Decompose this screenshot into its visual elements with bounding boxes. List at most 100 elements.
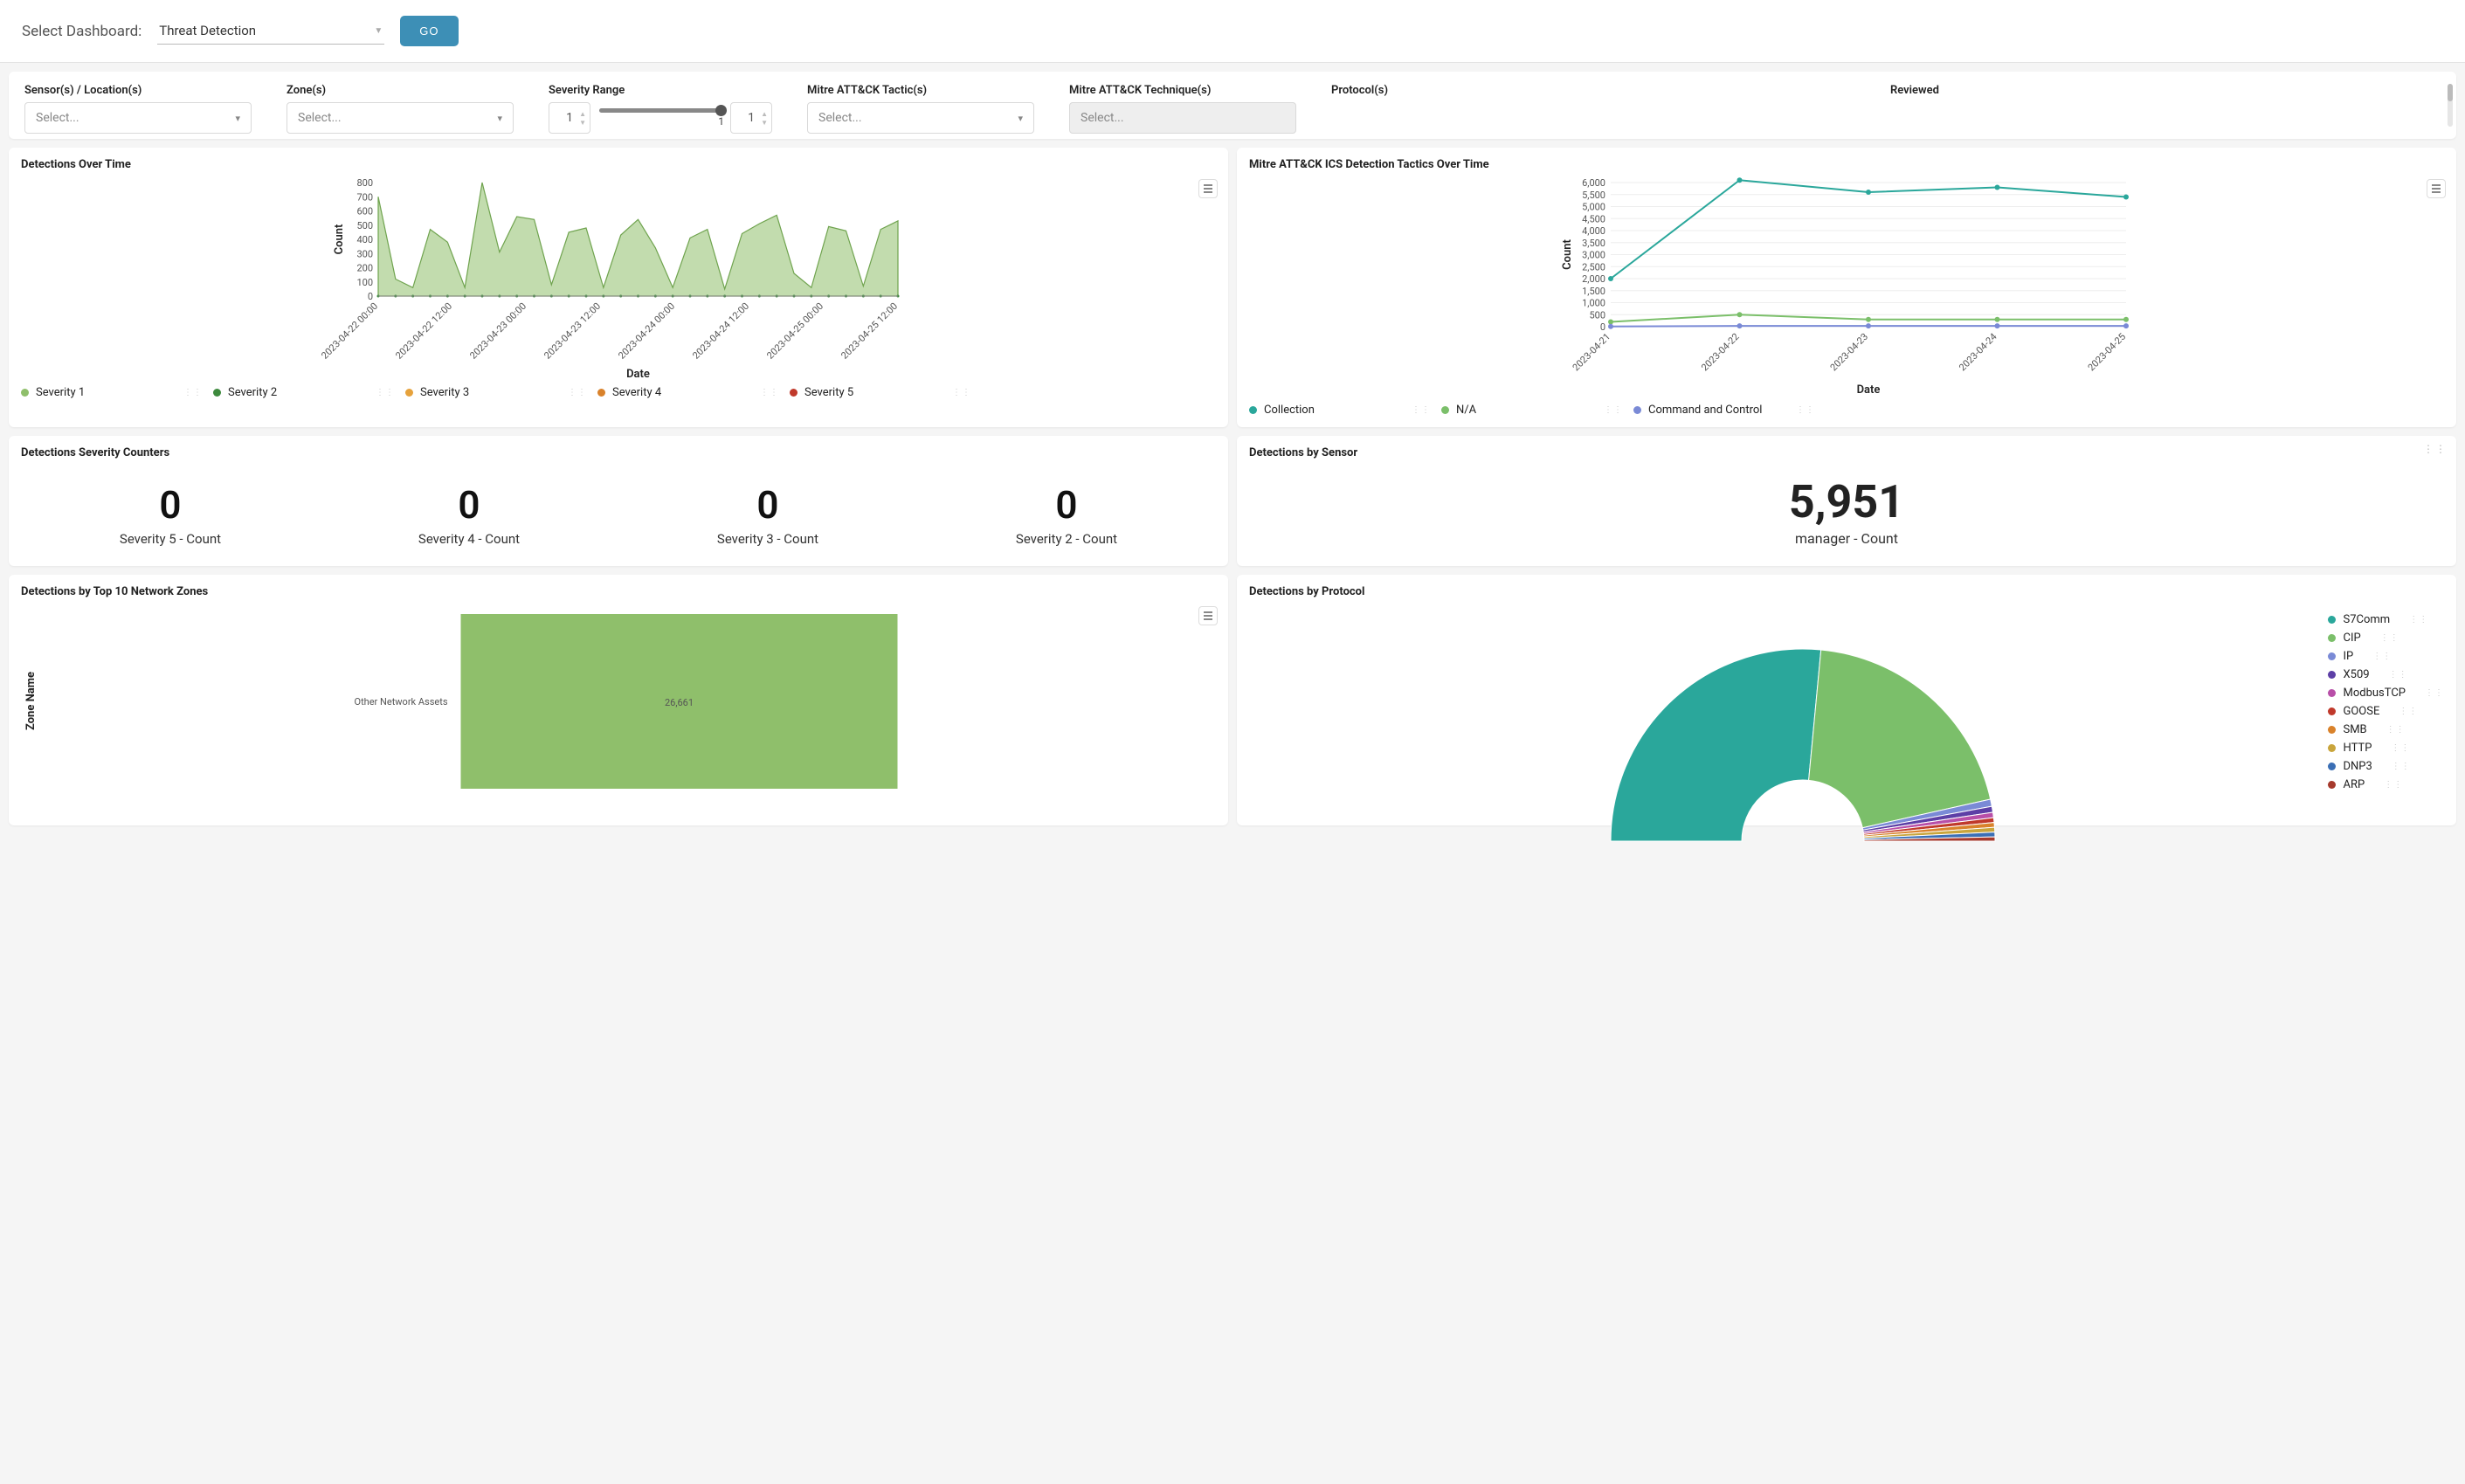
sensor-placeholder: Select...: [36, 111, 79, 125]
drag-handle-icon[interactable]: ⋮⋮: [1604, 405, 1623, 415]
zones-y-label: Zone Name: [21, 672, 38, 730]
filter-protocol: Protocol(s): [1331, 84, 1855, 134]
protocol-legend-item[interactable]: CIP⋮⋮: [2328, 632, 2444, 645]
svg-text:4,000: 4,000: [1582, 225, 1605, 237]
drag-handle-icon[interactable]: ⋮⋮: [2391, 743, 2410, 753]
filter-technique: Mitre ATT&CK Technique(s) Select...: [1069, 84, 1296, 134]
drag-handle-icon[interactable]: ⋮⋮: [2389, 670, 2408, 680]
svg-text:6,000: 6,000: [1582, 177, 1605, 189]
drag-handle-icon[interactable]: ⋮⋮: [2392, 762, 2411, 771]
svg-text:Date: Date: [1857, 383, 1881, 397]
protocol-legend-item[interactable]: ModbusTCP⋮⋮: [2328, 687, 2444, 700]
counter-label: Severity 3 - Count: [717, 531, 818, 547]
slider-thumb[interactable]: [715, 105, 727, 116]
svg-text:400: 400: [356, 234, 373, 245]
legend-item[interactable]: Collection⋮⋮: [1249, 404, 1441, 417]
legend-item[interactable]: Severity 1⋮⋮: [21, 386, 213, 399]
drag-handle-icon[interactable]: ⋮⋮: [2372, 652, 2392, 661]
panel-title: Detections by Protocol: [1249, 585, 2444, 598]
panel-detections-by-sensor: ⋮⋮ Detections by Sensor 5,951 manager - …: [1237, 436, 2456, 566]
legend-dot-icon: [1633, 406, 1641, 414]
protocol-legend-item[interactable]: DNP3⋮⋮: [2328, 760, 2444, 773]
dashboard-select-value: Threat Detection: [159, 23, 256, 38]
protocol-legend-item[interactable]: HTTP⋮⋮: [2328, 742, 2444, 755]
chevron-down-icon: ▾: [1018, 113, 1023, 124]
drag-handle-icon[interactable]: ⋮⋮: [2409, 615, 2428, 625]
legend-item[interactable]: Severity 5⋮⋮: [790, 386, 982, 399]
panel-detections-by-protocol: Detections by Protocol S7Comm⋮⋮ CIP⋮⋮ IP⋮⋮…: [1237, 575, 2456, 825]
svg-text:Count: Count: [333, 224, 346, 254]
drag-handle-icon[interactable]: ⋮⋮: [2384, 780, 2403, 790]
severity-counter: 0Severity 3 - Count: [717, 482, 818, 547]
svg-text:2023-04-23: 2023-04-23: [1828, 331, 1870, 373]
svg-text:Other Network Assets: Other Network Assets: [355, 696, 448, 707]
go-button[interactable]: GO: [400, 16, 458, 46]
counters-row: 0Severity 5 - Count0Severity 4 - Count0S…: [21, 466, 1216, 554]
filter-tactic-label: Mitre ATT&CK Tactic(s): [807, 84, 1034, 97]
svg-text:800: 800: [356, 177, 373, 189]
svg-text:500: 500: [1589, 309, 1605, 321]
caret-down-icon: ▼: [374, 26, 383, 36]
legend-toggle-button[interactable]: [1198, 179, 1218, 198]
legend-dot-icon: [2328, 781, 2336, 789]
drag-handle-icon[interactable]: ⋮⋮: [376, 388, 395, 397]
sensor-select[interactable]: Select... ▾: [24, 102, 252, 134]
drag-handle-icon[interactable]: ⋮⋮: [2380, 633, 2399, 643]
drag-handle-icon[interactable]: ⋮⋮: [2425, 688, 2444, 698]
legend-dot-icon: [2328, 744, 2336, 752]
severity-low-input[interactable]: 1 ▲▼: [549, 102, 590, 134]
panel-title: Detections by Top 10 Network Zones: [21, 585, 1216, 598]
filter-sensor-label: Sensor(s) / Location(s): [24, 84, 252, 97]
drag-handle-icon[interactable]: ⋮⋮: [568, 388, 587, 397]
severity-high-input[interactable]: 1 ▲▼: [730, 102, 772, 134]
drag-handle-icon[interactable]: ⋮⋮: [2386, 725, 2406, 735]
counter-label: Severity 5 - Count: [120, 531, 221, 547]
technique-select[interactable]: Select...: [1069, 102, 1296, 134]
legend-dot-icon: [2328, 634, 2336, 642]
protocol-legend-item[interactable]: SMB⋮⋮: [2328, 723, 2444, 736]
tactic-select[interactable]: Select... ▾: [807, 102, 1034, 134]
filter-reviewed: Reviewed: [1890, 84, 2152, 134]
protocol-legend-item[interactable]: X509⋮⋮: [2328, 668, 2444, 681]
filters-scrollbar[interactable]: [2448, 84, 2453, 127]
protocol-legend-item[interactable]: GOOSE⋮⋮: [2328, 705, 2444, 718]
legend-dot-icon: [1441, 406, 1449, 414]
dashboard-select[interactable]: Threat Detection ▼: [157, 17, 384, 45]
svg-text:2,000: 2,000: [1582, 273, 1605, 285]
panel-mitre-tactics-over-time: Mitre ATT&CK ICS Detection Tactics Over …: [1237, 148, 2456, 427]
protocol-legend-item[interactable]: IP⋮⋮: [2328, 650, 2444, 663]
drag-handle-icon[interactable]: ⋮⋮: [183, 388, 203, 397]
panel-menu-icon[interactable]: ⋮⋮: [2423, 443, 2448, 455]
drag-handle-icon[interactable]: ⋮⋮: [1412, 405, 1431, 415]
legend-dot-icon: [790, 389, 798, 397]
legend-item[interactable]: Command and Control⋮⋮: [1633, 404, 1826, 417]
legend-item[interactable]: Severity 3⋮⋮: [405, 386, 597, 399]
stepper-icon: ▲▼: [761, 110, 768, 127]
severity-counter: 0 Severity 5 - Count: [120, 482, 221, 547]
panel-title: Mitre ATT&CK ICS Detection Tactics Over …: [1249, 158, 2444, 171]
legend-item[interactable]: Severity 2⋮⋮: [213, 386, 405, 399]
drag-handle-icon[interactable]: ⋮⋮: [1796, 405, 1815, 415]
tactic-placeholder: Select...: [818, 111, 862, 125]
svg-text:2023-04-22: 2023-04-22: [1699, 331, 1741, 373]
svg-text:500: 500: [356, 220, 373, 231]
slider-value: 1: [718, 115, 724, 128]
counter-value: 0: [120, 482, 221, 528]
severity-slider[interactable]: 1: [599, 102, 722, 134]
drag-handle-icon[interactable]: ⋮⋮: [760, 388, 779, 397]
legend-item[interactable]: N/A⋮⋮: [1441, 404, 1633, 417]
drag-handle-icon[interactable]: ⋮⋮: [952, 388, 971, 397]
drag-handle-icon[interactable]: ⋮⋮: [2399, 707, 2418, 716]
protocol-legend-item[interactable]: ARP⋮⋮: [2328, 778, 2444, 791]
zones-bar-chart: Other Network Assets26,661: [38, 605, 1216, 797]
protocol-legend: S7Comm⋮⋮ CIP⋮⋮ IP⋮⋮ X509⋮⋮ ModbusTCP⋮⋮ GOOSE⋮…: [2328, 613, 2444, 791]
zone-select[interactable]: Select... ▾: [287, 102, 514, 134]
legend-item[interactable]: Severity 4⋮⋮: [597, 386, 790, 399]
legend-toggle-button[interactable]: [2427, 179, 2446, 198]
panel-severity-counters: Detections Severity Counters 0Severity 5…: [9, 436, 1228, 566]
panel-title: Detections Over Time: [21, 158, 1216, 171]
legend-toggle-button[interactable]: [1198, 606, 1218, 625]
filter-protocol-label: Protocol(s): [1331, 84, 1855, 97]
protocol-legend-item[interactable]: S7Comm⋮⋮: [2328, 613, 2444, 626]
svg-text:0: 0: [368, 291, 373, 302]
